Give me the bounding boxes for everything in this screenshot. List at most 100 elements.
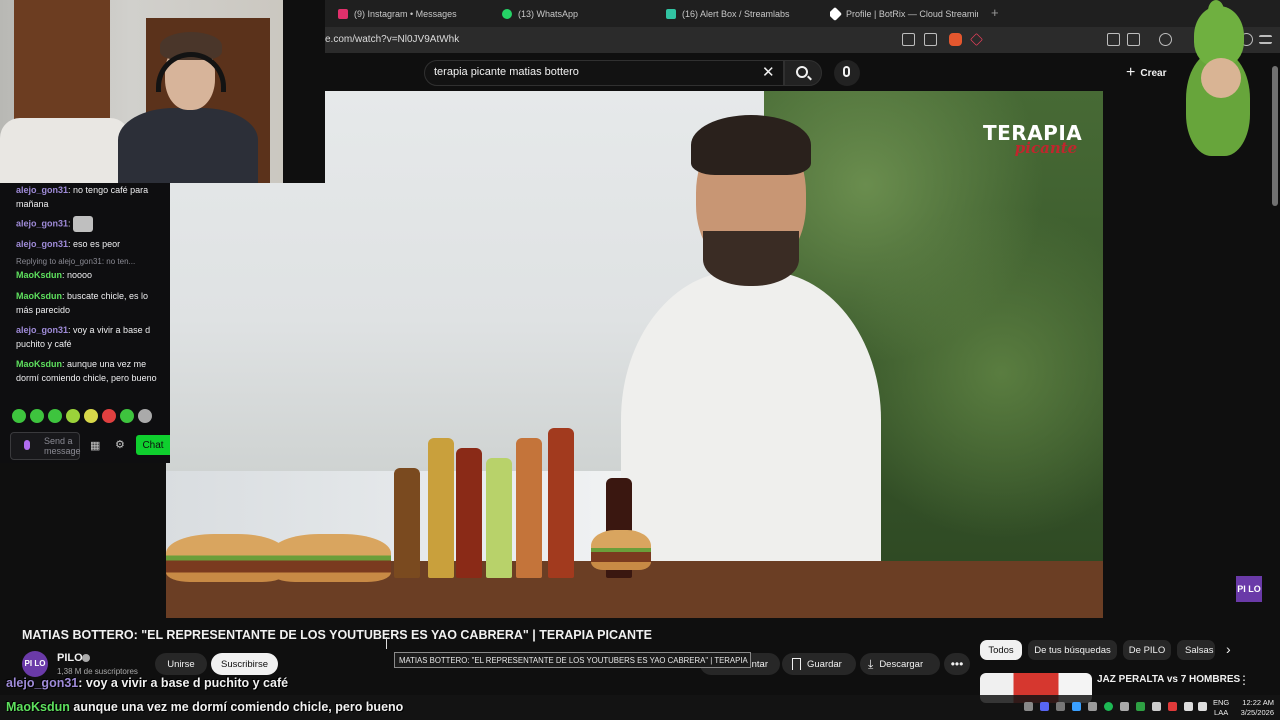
- microphone-icon: [843, 66, 850, 77]
- channel-avatar[interactable]: PI LO: [22, 651, 48, 677]
- channel-watermark[interactable]: PI LO: [1236, 576, 1262, 602]
- chat-username[interactable]: MaoKsdun: [16, 291, 62, 301]
- mascot-overlay: [1180, 0, 1252, 158]
- url-text[interactable]: e.com/watch?v=Nl0JV9AtWhk: [325, 34, 459, 45]
- chat-username[interactable]: MaoKsdun: [16, 359, 62, 369]
- search-icon: [796, 66, 808, 78]
- sauce-bottle: [548, 428, 574, 578]
- emote-bar: [12, 409, 152, 423]
- tab-botrix[interactable]: Profile | BotRix — Cloud Streaming B: [830, 4, 978, 23]
- brave-rewards-icon[interactable]: [970, 33, 983, 46]
- emote-icon[interactable]: [12, 409, 26, 423]
- tab-instagram[interactable]: (9) Instagram • Messages: [338, 4, 488, 23]
- chat-message: alejo_gon31: no tengo café para mañana: [16, 185, 149, 209]
- more-actions-button[interactable]: •••: [944, 653, 970, 675]
- chat-message: MaoKsdun: aunque una vez me dormí comien…: [16, 359, 157, 383]
- system-clock[interactable]: 12:22 AM 3/25/2026: [1234, 698, 1274, 718]
- tray-icon[interactable]: [1024, 702, 1033, 711]
- chip-salsas[interactable]: Salsas: [1177, 640, 1215, 660]
- discord-icon[interactable]: [1040, 702, 1049, 711]
- download-button[interactable]: ⤓ Descargar: [860, 653, 940, 675]
- create-label: Crear: [1140, 67, 1167, 79]
- tray-icon[interactable]: [1088, 702, 1097, 711]
- clear-icon[interactable]: ✕: [762, 63, 775, 81]
- clock-time: 12:22 AM: [1242, 698, 1274, 707]
- tray-icon[interactable]: [1136, 702, 1145, 711]
- tray-icon[interactable]: [1072, 702, 1081, 711]
- bookmark-icon: [792, 658, 801, 670]
- screenshot-icon[interactable]: [902, 33, 915, 46]
- recommendation-title[interactable]: JAZ PERALTA vs 7 HOMBRES: [1097, 674, 1240, 685]
- gear-icon[interactable]: ⚙: [115, 438, 125, 451]
- streamer-webcam: [0, 0, 325, 183]
- subscribe-button[interactable]: Suscribirse: [211, 653, 278, 675]
- emote-icon[interactable]: [66, 409, 80, 423]
- chat-reply-context: Replying to alejo_gon31: no ten...: [16, 257, 136, 266]
- emote-icon[interactable]: [48, 409, 62, 423]
- channel-name[interactable]: PILO: [57, 652, 83, 664]
- tab-streamlabs[interactable]: (16) Alert Box / Streamlabs: [666, 4, 816, 23]
- tray-icon[interactable]: [1120, 702, 1129, 711]
- sauce-bottle: [394, 468, 420, 578]
- tray-icon[interactable]: [1056, 702, 1065, 711]
- logo-sub-text: picante: [1014, 139, 1078, 157]
- mascot-face: [1201, 58, 1241, 98]
- search-query[interactable]: terapia picante matias bottero: [434, 66, 579, 78]
- record-icon[interactable]: [1168, 702, 1177, 711]
- overlay-text: aunque una vez me dormí comiendo chicle,…: [73, 700, 404, 714]
- chat-text: noooo: [67, 270, 93, 280]
- emote-icon[interactable]: [84, 409, 98, 423]
- gift-icon[interactable]: ▦: [90, 439, 100, 452]
- chat-username[interactable]: alejo_gon31: [16, 218, 68, 228]
- sauce-bottle: [516, 438, 542, 578]
- chat-username[interactable]: alejo_gon31: [16, 185, 68, 195]
- chat-username[interactable]: alejo_gon31: [16, 325, 68, 335]
- share-icon[interactable]: [924, 33, 937, 46]
- chat-message: alejo_gon31:: [16, 216, 162, 232]
- chat-text: eso es peor: [73, 239, 121, 249]
- scrollbar[interactable]: [1272, 66, 1278, 206]
- emote-icon[interactable]: [30, 409, 44, 423]
- chip-from-pilo[interactable]: De PILO: [1123, 640, 1171, 660]
- emote-icon[interactable]: [120, 409, 134, 423]
- join-button[interactable]: Unirse: [155, 653, 207, 675]
- save-button[interactable]: Guardar: [782, 653, 856, 675]
- menu-icon[interactable]: [1259, 35, 1272, 44]
- chevron-right-icon[interactable]: ›: [1226, 641, 1231, 657]
- network-icon[interactable]: [1184, 702, 1193, 711]
- wifi-icon[interactable]: [1152, 702, 1161, 711]
- chip-all[interactable]: Todos: [980, 640, 1022, 660]
- sidebar-icon[interactable]: [1127, 33, 1140, 46]
- chip-from-searches[interactable]: De tus búsquedas: [1028, 640, 1117, 660]
- host-hair: [691, 115, 811, 175]
- chat-send-button[interactable]: Chat: [136, 435, 170, 455]
- tab-label: (13) WhatsApp: [518, 8, 579, 19]
- video-title: MATIAS BOTTERO: "EL REPRESENTANTE DE LOS…: [22, 628, 652, 642]
- spotify-icon[interactable]: [1104, 702, 1113, 711]
- chat-username[interactable]: alejo_gon31: [16, 239, 68, 249]
- plus-icon: +: [1126, 64, 1136, 81]
- brave-shield-icon[interactable]: [949, 33, 962, 46]
- text-cursor: [386, 637, 390, 649]
- create-button[interactable]: + Crear: [1126, 62, 1166, 84]
- sauce-bottle: [486, 458, 512, 578]
- chat-message: alejo_gon31: eso es peor: [16, 239, 121, 249]
- chat-overlay-line: MaoKsdun aunque una vez me dormí comiend…: [6, 700, 403, 714]
- burger-image: [271, 534, 391, 582]
- volume-icon[interactable]: [1198, 702, 1207, 711]
- emote-icon[interactable]: [102, 409, 116, 423]
- overlay-text: : voy a vivir a base d puchito y café: [78, 676, 289, 690]
- microphone-icon[interactable]: [24, 440, 30, 450]
- language-indicator[interactable]: ENG LAA: [1213, 698, 1229, 718]
- tab-whatsapp[interactable]: (13) WhatsApp: [502, 4, 642, 23]
- music-icon[interactable]: [1159, 33, 1172, 46]
- chat-username[interactable]: MaoKsdun: [16, 270, 62, 280]
- extensions-icon[interactable]: [1107, 33, 1120, 46]
- chat-message: MaoKsdun: noooo: [16, 270, 93, 280]
- burger-image: [591, 530, 651, 570]
- kebab-menu-icon[interactable]: ⋮: [1238, 673, 1250, 687]
- emote-icon[interactable]: [138, 409, 152, 423]
- chat-message: MaoKsdun: buscate chicle, es lo más pare…: [16, 291, 149, 315]
- new-tab-button[interactable]: +: [991, 5, 999, 20]
- screen: (9) Instagram • Messages (13) WhatsApp (…: [0, 0, 1280, 720]
